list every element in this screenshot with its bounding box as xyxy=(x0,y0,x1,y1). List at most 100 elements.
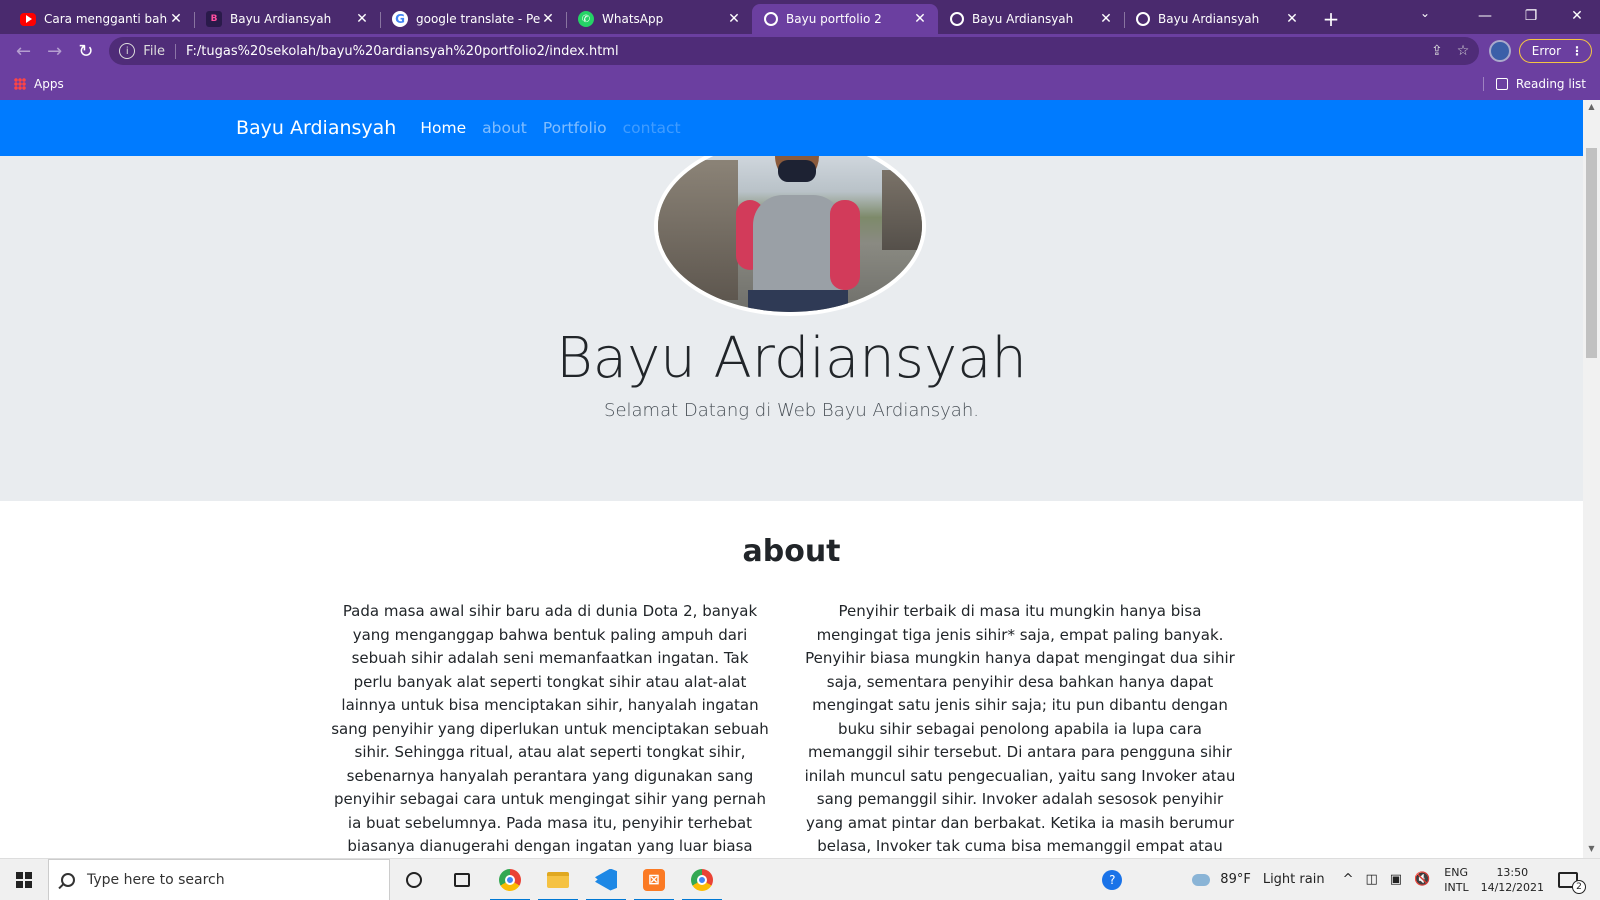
tab-search-chevron-icon[interactable]: ⌄ xyxy=(1420,6,1430,20)
globe-icon xyxy=(764,12,778,26)
meet-now-icon[interactable]: ◫ xyxy=(1365,872,1377,887)
tab-title: Bayu Ardiansyah xyxy=(972,12,1074,26)
whatsapp-icon: ✆ xyxy=(578,11,594,27)
close-icon[interactable]: ✕ xyxy=(354,11,370,27)
close-icon[interactable]: ✕ xyxy=(1284,11,1300,27)
hero-name: Bayu Ardiansyah xyxy=(556,326,1027,391)
restore-icon[interactable]: ❐ xyxy=(1508,0,1554,32)
tab-title: Bayu portfolio 2 xyxy=(786,12,882,26)
xampp-icon: ⊠ xyxy=(643,868,665,891)
tab-whatsapp[interactable]: ✆ WhatsApp ✕ xyxy=(566,4,752,34)
notification-icon[interactable]: 2 xyxy=(1558,871,1586,894)
close-icon[interactable]: ✕ xyxy=(912,11,928,27)
back-icon[interactable]: ← xyxy=(8,37,39,65)
apps-bookmark[interactable]: Apps xyxy=(34,77,64,91)
star-icon[interactable]: ☆ xyxy=(1457,43,1470,59)
clock[interactable]: 13:50 14/12/2021 xyxy=(1481,865,1544,895)
scroll-down-icon[interactable]: ▼ xyxy=(1583,844,1600,858)
reading-list-label: Reading list xyxy=(1515,77,1586,91)
globe-icon xyxy=(1136,12,1150,26)
about-right-paragraph: Penyihir terbaik di masa itu mungkin han… xyxy=(804,602,1236,855)
close-icon[interactable]: ✕ xyxy=(540,11,556,27)
hero-subtitle: Selamat Datang di Web Bayu Ardiansyah. xyxy=(604,400,979,421)
tab-bayu-ardiansyah-2[interactable]: Bayu Ardiansyah ✕ xyxy=(938,4,1124,34)
weather-rain-icon[interactable] xyxy=(1192,873,1211,886)
photo-wall-shape xyxy=(882,170,922,250)
tab-google-translate[interactable]: G google translate - Pene ✕ xyxy=(380,4,566,34)
nav-contact[interactable]: contact xyxy=(623,119,681,137)
close-window-icon[interactable]: ✕ xyxy=(1554,0,1600,32)
network-icon[interactable]: ▣ xyxy=(1390,872,1402,887)
about-heading: about xyxy=(742,534,841,569)
tab-bayu-ardiansyah-3[interactable]: Bayu Ardiansyah ✕ xyxy=(1124,4,1310,34)
reading-list-button[interactable]: Reading list xyxy=(1482,77,1586,91)
chrome-icon xyxy=(499,868,521,891)
globe-icon xyxy=(950,12,964,26)
navbar-brand[interactable]: Bayu Ardiansyah xyxy=(236,117,396,139)
forward-icon[interactable]: → xyxy=(39,37,70,65)
task-view-button[interactable] xyxy=(438,859,486,900)
info-icon[interactable]: i xyxy=(119,43,136,59)
page-scrollbar[interactable]: ▲ ▼ xyxy=(1583,100,1600,858)
youtube-icon xyxy=(20,12,36,26)
avatar[interactable] xyxy=(1489,40,1511,62)
chrome-icon xyxy=(691,868,713,891)
tab-youtube[interactable]: Cara mengganti bahasa ✕ xyxy=(8,4,194,34)
nav-home[interactable]: Home xyxy=(420,119,466,137)
chevron-up-icon[interactable]: ^ xyxy=(1343,872,1354,887)
taskbar-search[interactable]: Type here to search xyxy=(48,858,390,900)
nav-portfolio[interactable]: Portfolio xyxy=(543,119,607,137)
error-button[interactable]: Error ⋮ xyxy=(1518,39,1593,63)
tab-bayu-portfolio-2[interactable]: Bayu portfolio 2 ✕ xyxy=(752,4,938,34)
photo-sleeve-shape xyxy=(830,200,860,290)
close-icon[interactable]: ✕ xyxy=(1098,11,1114,27)
weather-temp[interactable]: 89°F xyxy=(1220,872,1251,887)
minimize-icon[interactable]: — xyxy=(1462,0,1508,32)
share-icon[interactable]: ⇪ xyxy=(1431,43,1443,59)
weather-condition[interactable]: Light rain xyxy=(1263,872,1325,887)
tab-bayu[interactable]: B Bayu Ardiansyah ✕ xyxy=(194,4,380,34)
help-icon[interactable]: ? xyxy=(1102,869,1123,890)
hero-section: Bayu Ardiansyah Selamat Datang di Web Ba… xyxy=(0,136,1583,501)
page-viewport: Bayu Ardiansyah Home about Portfolio con… xyxy=(0,100,1583,858)
bookmarks-bar: Apps Reading list xyxy=(0,68,1600,100)
volume-muted-icon[interactable]: 🔇 xyxy=(1414,872,1430,887)
window-controls: — ❐ ✕ xyxy=(1462,0,1600,32)
taskbar-chrome-profile[interactable] xyxy=(678,859,726,900)
taskbar-chrome[interactable] xyxy=(486,859,534,900)
url-text[interactable]: F:/tugas%20sekolah/bayu%20ardiansyah%20p… xyxy=(186,44,1417,59)
scroll-up-icon[interactable]: ▲ xyxy=(1583,102,1600,116)
close-icon[interactable]: ✕ xyxy=(168,11,184,27)
cortana-button[interactable] xyxy=(390,859,438,900)
reload-icon[interactable]: ↻ xyxy=(70,37,101,65)
search-icon xyxy=(61,872,75,887)
google-icon: G xyxy=(392,11,408,27)
site-navbar: Bayu Ardiansyah Home about Portfolio con… xyxy=(0,100,1583,156)
photo-wall-shape xyxy=(658,160,738,300)
tab-strip: Cara mengganti bahasa ✕ B Bayu Ardiansya… xyxy=(0,0,1600,34)
taskbar-file-explorer[interactable] xyxy=(534,859,582,900)
reading-list-icon xyxy=(1495,78,1508,90)
apps-grid-icon xyxy=(14,78,26,90)
taskbar-xampp[interactable]: ⊠ xyxy=(630,859,678,900)
language-line2: INTL xyxy=(1444,880,1469,894)
language-indicator[interactable]: ENG INTL xyxy=(1444,865,1468,895)
windows-taskbar: Type here to search ⊠ ? 89°F Light rain … xyxy=(0,858,1600,900)
tab-title: Bayu Ardiansyah xyxy=(1158,12,1260,26)
new-tab-button[interactable]: + xyxy=(1316,4,1346,34)
close-icon[interactable]: ✕ xyxy=(726,11,742,27)
scheme-label: File xyxy=(143,43,177,59)
tab-title: Cara mengganti bahasa xyxy=(44,12,168,26)
scrollbar-thumb[interactable] xyxy=(1586,148,1597,358)
taskbar-vscode[interactable] xyxy=(582,859,630,900)
tab-title: WhatsApp xyxy=(602,12,664,26)
photo-jeans-shape xyxy=(748,290,848,312)
browser-toolbar: ← → ↻ i File F:/tugas%20sekolah/bayu%20a… xyxy=(0,34,1600,68)
photo-mask-shape xyxy=(778,160,816,182)
nav-about[interactable]: about xyxy=(482,119,527,137)
notification-count: 2 xyxy=(1572,879,1586,894)
profile-photo xyxy=(654,136,926,316)
bayu-icon: B xyxy=(206,11,222,27)
start-button[interactable] xyxy=(0,859,48,900)
address-bar[interactable]: i File F:/tugas%20sekolah/bayu%20ardians… xyxy=(109,37,1480,65)
